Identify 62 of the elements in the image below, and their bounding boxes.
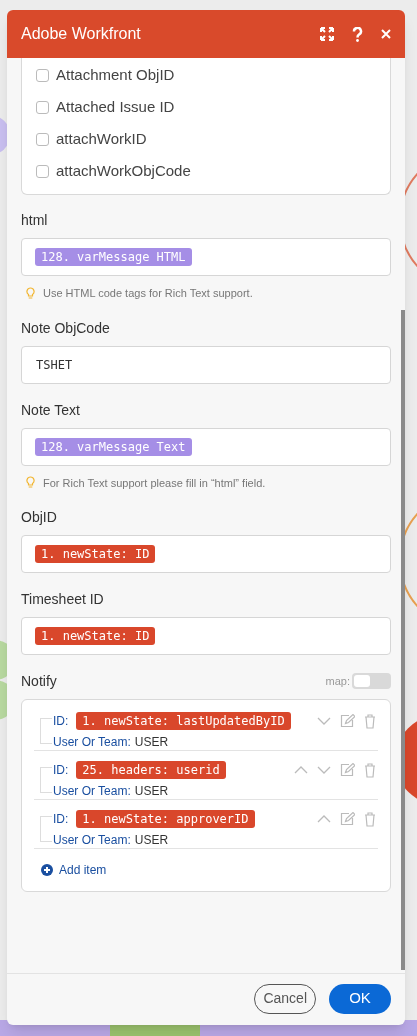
trash-icon[interactable] — [364, 713, 376, 729]
mapped-value-tag: 1. newState: approverID — [76, 810, 255, 828]
mapped-value-tag: 1. newState: lastUpdatedByID — [76, 712, 291, 730]
checkbox-label: attachWorkObjCode — [56, 160, 191, 181]
lightbulb-icon — [26, 286, 35, 300]
input-field[interactable]: 128. varMessage HTML — [21, 238, 391, 276]
field-key: User Or Team: — [53, 831, 131, 849]
map-label: map: — [325, 673, 350, 689]
field-value: USER — [134, 832, 169, 849]
field-label: Notify — [21, 671, 58, 691]
field-value: USER — [134, 783, 169, 800]
edit-icon[interactable] — [340, 714, 355, 728]
lightbulb-icon — [26, 476, 35, 490]
checkbox-label: Attached Issue ID — [56, 96, 175, 117]
trash-icon[interactable] — [364, 811, 376, 827]
checkbox-label: attachWorkID — [56, 128, 147, 149]
add-item-button[interactable]: Add item — [41, 861, 107, 879]
field-value: USER — [134, 734, 169, 751]
input-field[interactable]: 1. newState: ID — [21, 617, 391, 655]
checkbox-label: Attachment ObjID — [56, 64, 175, 85]
field-key: ID: — [53, 810, 69, 828]
trash-icon[interactable] — [364, 762, 376, 778]
close-icon[interactable] — [381, 29, 391, 39]
checkbox[interactable] — [36, 132, 49, 146]
field-label: Note ObjCode — [21, 318, 111, 338]
checkbox[interactable] — [36, 68, 49, 82]
field-label: ObjID — [21, 508, 58, 527]
chevron-up-icon[interactable] — [317, 815, 331, 823]
window-title: Adobe Workfront — [21, 24, 142, 44]
mapped-value-tag: 1. newState: ID — [35, 545, 156, 563]
plus-circle-icon — [41, 864, 53, 876]
field-label: Timesheet ID — [21, 590, 105, 609]
input-field[interactable]: 128. varMessage Text — [21, 427, 391, 466]
checkbox[interactable] — [36, 100, 49, 114]
ok-button[interactable]: OK — [329, 983, 391, 1014]
chevron-down-icon[interactable] — [317, 766, 331, 774]
help-icon[interactable] — [352, 26, 363, 42]
field-key: User Or Team: — [53, 782, 131, 800]
edit-icon[interactable] — [340, 812, 355, 826]
field-label: html — [21, 211, 49, 230]
tree-connector — [40, 718, 52, 744]
tree-connector — [40, 767, 52, 793]
mapped-value-tag: 25. headers: userid — [76, 761, 226, 779]
field-label: Note Text — [21, 400, 81, 420]
expand-icon[interactable] — [320, 27, 334, 41]
input-field[interactable]: 1. newState: ID — [21, 535, 391, 573]
chevron-up-icon[interactable] — [294, 766, 308, 774]
hint-text: For Rich Text support please fill in “html” field. — [43, 475, 266, 491]
scrollbar[interactable] — [401, 310, 405, 970]
field-key: ID: — [53, 712, 69, 730]
edit-icon[interactable] — [340, 763, 355, 777]
field-key: User Or Team: — [53, 733, 131, 751]
input-field[interactable]: TSHET — [21, 345, 391, 384]
mapped-value-tag: 128. varMessage Text — [35, 437, 192, 456]
chevron-down-icon[interactable] — [317, 717, 331, 725]
checkbox[interactable] — [36, 164, 49, 178]
map-toggle[interactable] — [352, 673, 391, 689]
tree-connector — [40, 816, 52, 842]
hint-text: Use HTML code tags for Rich Text support. — [43, 286, 253, 301]
mapped-value-tag: 1. newState: ID — [35, 627, 156, 645]
field-key: ID: — [53, 761, 69, 779]
mapped-value-tag: 128. varMessage HTML — [35, 248, 192, 266]
